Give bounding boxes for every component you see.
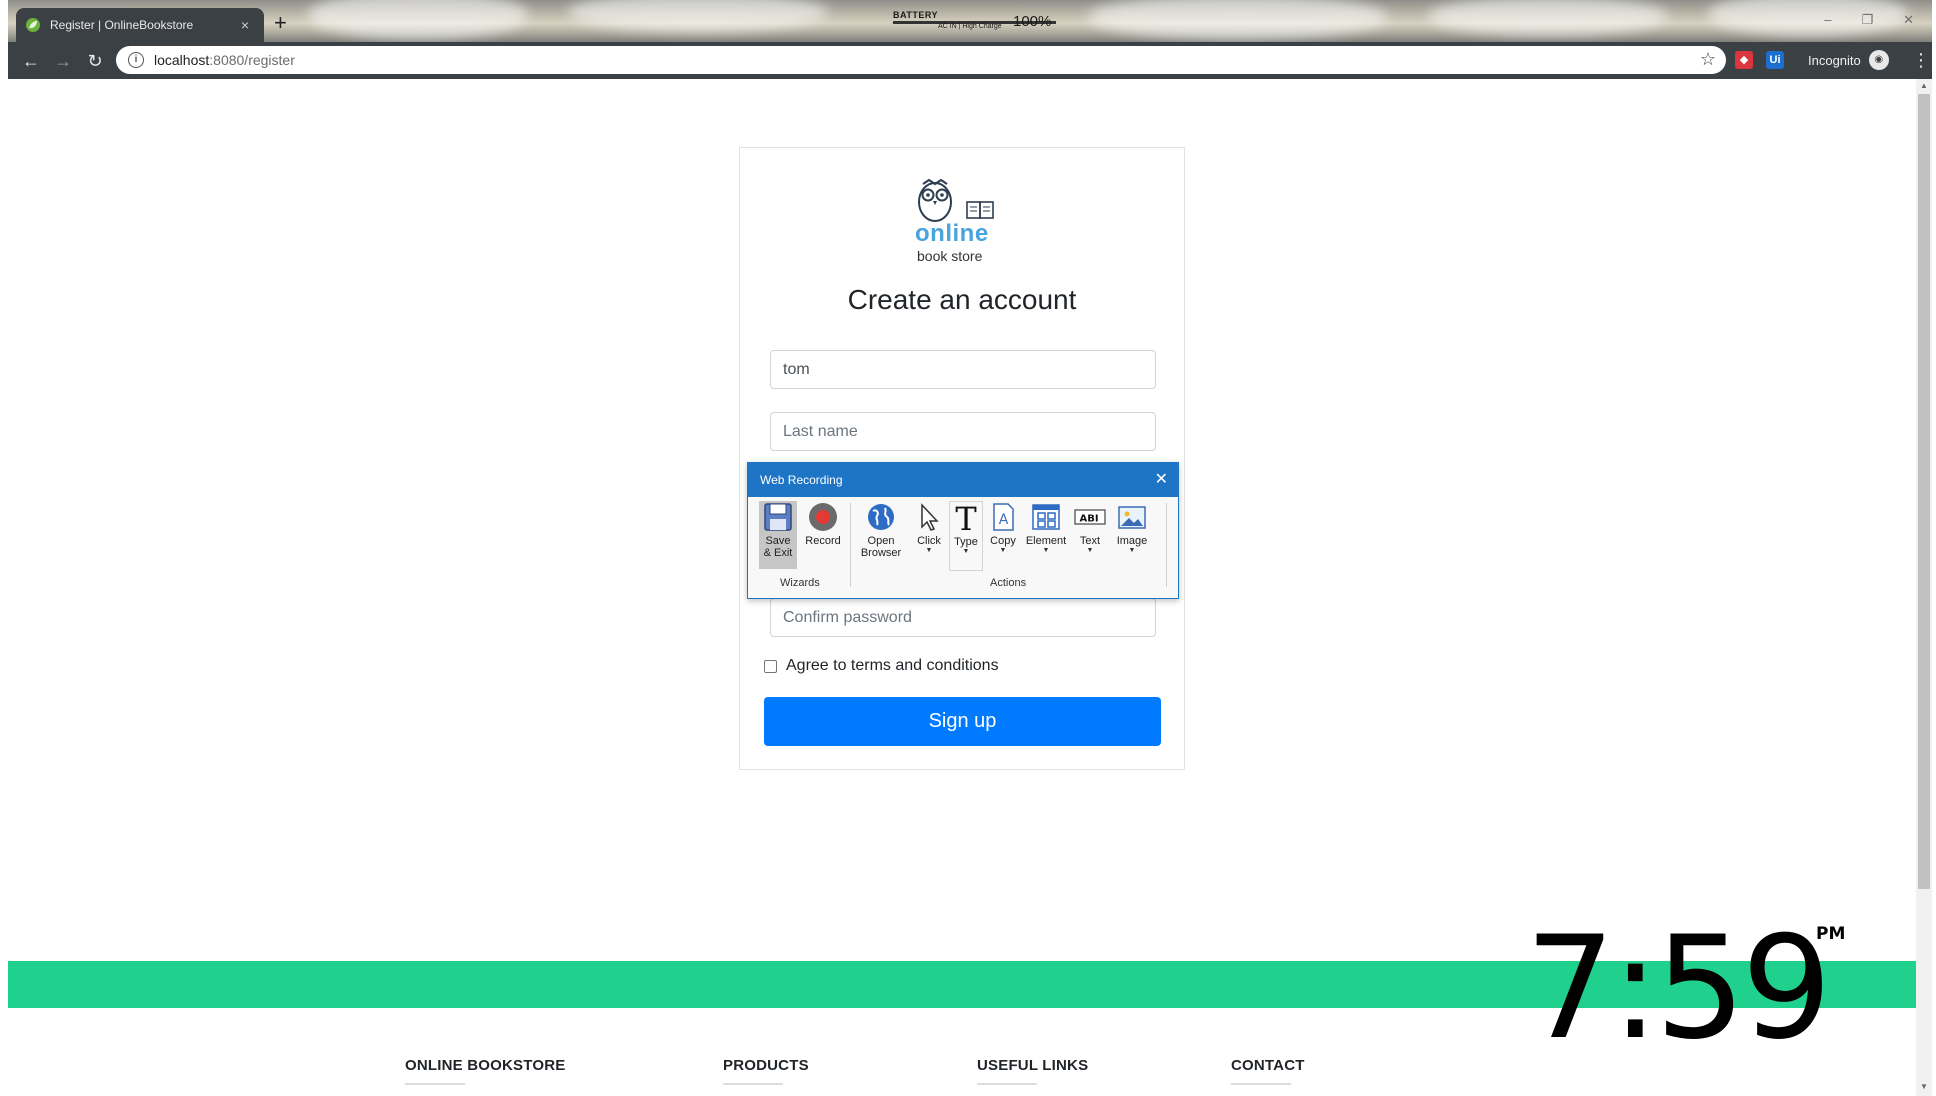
save-exit-button[interactable]: Save & Exit (759, 501, 797, 569)
browser-toolbar: ← → ↻ i localhost:8080/register ☆ ◆ Ui I… (8, 42, 1932, 79)
battery-widget: BATTERY AC IN | High Charge 100% (893, 10, 1056, 30)
terms-row: Agree to terms and conditions (764, 657, 999, 675)
image-label: Image (1116, 535, 1148, 547)
first-name-field[interactable]: tom (770, 350, 1156, 389)
battery-status: AC IN | High Charge (938, 23, 1002, 30)
scroll-up-icon[interactable]: ▲ (1920, 81, 1928, 90)
recorder-title-bar[interactable]: Web Recording ✕ (748, 463, 1178, 497)
text-button[interactable]: ABI Text ▼ (1072, 501, 1108, 555)
last-name-placeholder: Last name (783, 422, 858, 440)
window-controls: – ❐ ✕ (1824, 12, 1914, 28)
text-dropdown-icon[interactable]: ▼ (1072, 547, 1108, 555)
image-button[interactable]: Image ▼ (1112, 501, 1152, 555)
type-dropdown-icon[interactable]: ▼ (950, 548, 982, 556)
wizards-group-label: Wizards (780, 577, 820, 589)
open-browser-button[interactable]: Open Browser (854, 501, 908, 559)
desktop-clock-ampm: PM (1816, 924, 1846, 944)
back-arrow-icon[interactable]: ← (18, 48, 44, 74)
last-name-field[interactable]: Last name (770, 412, 1156, 451)
svg-text:A: A (999, 512, 1009, 528)
globe-icon (868, 504, 894, 530)
uipath-extension-icon[interactable]: Ui (1766, 51, 1784, 69)
spring-leaf-icon (26, 18, 40, 32)
first-name-value: tom (783, 360, 810, 378)
terms-label[interactable]: Agree to terms and conditions (786, 657, 999, 675)
record-button[interactable]: Record (802, 501, 844, 547)
copy-label: Copy (990, 535, 1016, 547)
bookstore-logo: online book store (915, 178, 1015, 268)
logo-text-online: online (915, 220, 989, 247)
close-window-button[interactable]: ✕ (1903, 12, 1914, 28)
copy-document-icon: A (993, 503, 1014, 531)
type-label: Type (954, 536, 978, 548)
element-label: Element (1025, 535, 1067, 547)
footer-heading-useful-links: USEFUL LINKS (977, 1057, 1089, 1074)
open-browser-label: Open Browser (860, 535, 902, 559)
logo-text-bookstore: book store (917, 248, 983, 264)
vertical-scrollbar[interactable]: ▲ ▼ (1916, 79, 1932, 1096)
browser-chrome: Register | OnlineBookstore × + BATTERY A… (8, 0, 1932, 79)
register-card: online book store Create an account tom … (739, 147, 1185, 770)
owl-book-icon (918, 178, 994, 222)
web-recording-window: Web Recording ✕ Save & Exit Record Open … (747, 462, 1179, 599)
battery-label: BATTERY (893, 10, 938, 20)
recorder-title: Web Recording (760, 473, 843, 487)
tab-title: Register | OnlineBookstore (50, 18, 194, 32)
restore-button[interactable]: ❐ (1861, 12, 1873, 28)
footer-heading-bookstore: ONLINE BOOKSTORE (405, 1057, 566, 1074)
incognito-icon: ◉ (1868, 50, 1889, 70)
incognito-label: Incognito (1808, 52, 1861, 68)
copy-button[interactable]: A Copy ▼ (986, 501, 1020, 555)
url-host: localhost (154, 52, 210, 68)
copy-dropdown-icon[interactable]: ▼ (986, 547, 1020, 555)
click-dropdown-icon[interactable]: ▼ (912, 547, 946, 555)
element-button[interactable]: Element ▼ (1023, 501, 1069, 555)
page-title: Create an account (847, 284, 1077, 315)
cursor-arrow-icon (921, 503, 939, 531)
minimize-button[interactable]: – (1824, 12, 1831, 28)
scroll-down-icon[interactable]: ▼ (1920, 1082, 1928, 1091)
sign-up-button[interactable]: Sign up (764, 697, 1161, 746)
click-button[interactable]: Click ▼ (912, 501, 946, 555)
terms-checkbox[interactable] (764, 659, 777, 673)
footer-heading-contact: CONTACT (1231, 1057, 1305, 1074)
confirm-password-field[interactable]: Confirm password (770, 598, 1156, 637)
menu-kebab-icon[interactable]: ⋮ (1912, 50, 1930, 71)
scrollbar-thumb[interactable] (1918, 94, 1930, 889)
site-info-icon[interactable]: i (128, 52, 144, 68)
svg-text:ABI: ABI (1079, 514, 1098, 525)
element-dropdown-icon[interactable]: ▼ (1023, 547, 1069, 555)
recorder-close-icon[interactable]: ✕ (1155, 463, 1168, 497)
tab-close-icon[interactable]: × (236, 17, 254, 33)
save-exit-label: Save & Exit (763, 535, 793, 559)
text-field-icon: ABI (1074, 509, 1106, 525)
title-bar: Register | OnlineBookstore × + BATTERY A… (8, 0, 1932, 42)
click-label: Click (917, 535, 941, 547)
incognito-indicator[interactable]: Incognito ◉ (1808, 50, 1889, 70)
reload-icon[interactable]: ↻ (82, 48, 108, 74)
floppy-disk-icon (764, 503, 792, 531)
record-icon (809, 503, 837, 531)
new-tab-button[interactable]: + (274, 12, 287, 34)
bookmark-star-icon[interactable]: ☆ (1700, 49, 1716, 70)
forward-arrow-icon[interactable]: → (50, 48, 76, 74)
address-bar[interactable]: i localhost:8080/register ☆ (116, 46, 1726, 74)
shield-extension-icon[interactable]: ◆ (1735, 51, 1753, 69)
footer-heading-products: PRODUCTS (723, 1057, 809, 1074)
type-t-icon: T (955, 502, 977, 534)
url-path: :8080/register (209, 52, 295, 68)
battery-percent: 100% (1013, 13, 1052, 30)
browser-tab[interactable]: Register | OnlineBookstore × (16, 8, 264, 42)
type-button[interactable]: T Type ▼ (949, 501, 983, 571)
confirm-password-placeholder: Confirm password (783, 608, 912, 626)
svg-text:T: T (955, 502, 977, 534)
text-label: Text (1079, 535, 1101, 547)
image-picture-icon (1118, 506, 1146, 529)
image-dropdown-icon[interactable]: ▼ (1112, 547, 1152, 555)
desktop-clock-time: 7:59 (1525, 906, 1832, 1071)
element-grid-icon (1032, 504, 1060, 530)
actions-group-label: Actions (990, 577, 1027, 589)
recorder-ribbon: Save & Exit Record Open Browser Click ▼ (748, 497, 1178, 598)
record-label: Record (805, 535, 841, 547)
